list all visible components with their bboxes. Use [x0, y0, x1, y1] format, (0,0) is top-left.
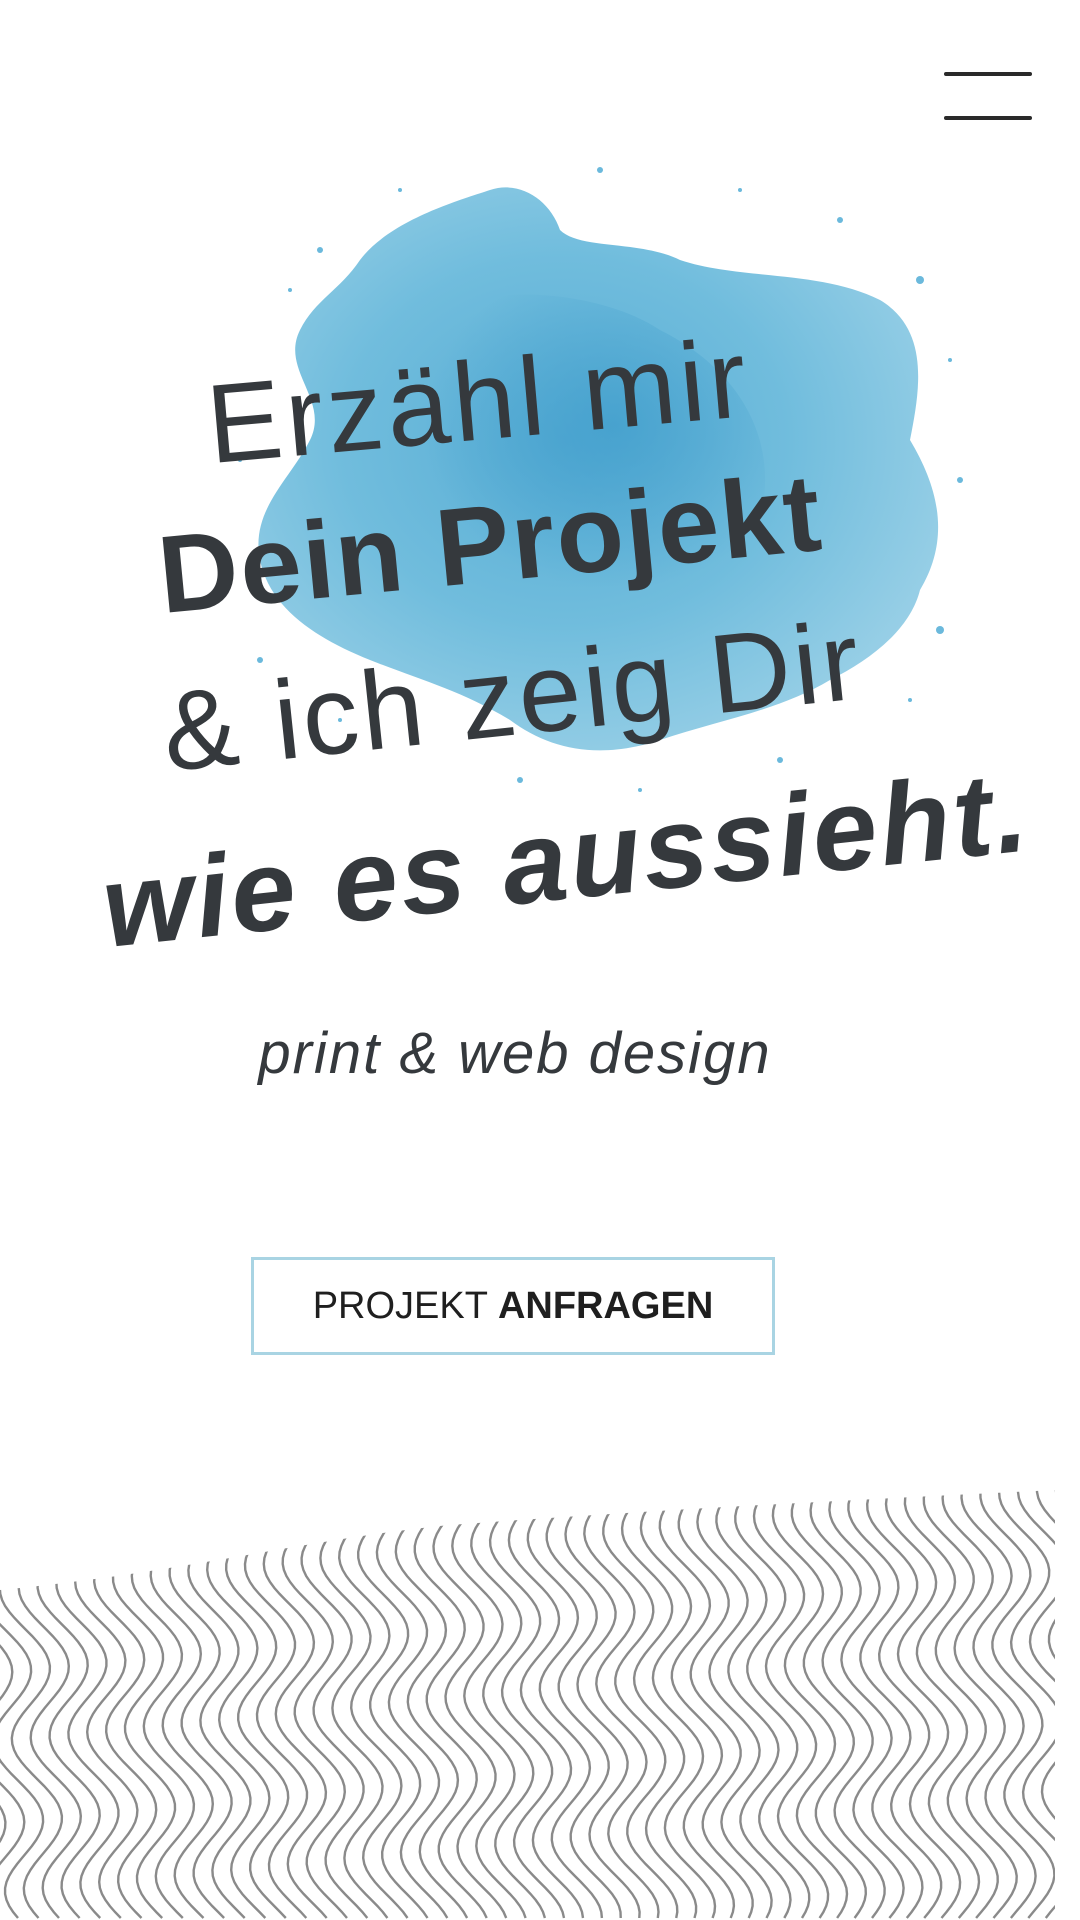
wave-line	[356, 1490, 429, 1919]
hero-headline: Erzähl mir Dein Projekt & ich zeig Dir w…	[0, 0, 1080, 1000]
wave-line	[696, 1490, 773, 1919]
wave-line	[36, 1490, 101, 1919]
cta-label-regular: PROJEKT	[312, 1284, 488, 1327]
wave-line	[847, 1490, 924, 1919]
wave-line	[960, 1490, 1037, 1919]
wave-line	[73, 1490, 139, 1919]
wave-line	[432, 1490, 508, 1919]
wave-line	[0, 1490, 26, 1919]
wave-line	[205, 1490, 271, 1919]
wave-line	[168, 1490, 233, 1919]
wave-line	[470, 1490, 547, 1919]
wave-line	[620, 1490, 698, 1919]
wave-line	[488, 1490, 566, 1919]
wave-line	[526, 1490, 604, 1919]
wave-line	[0, 1490, 45, 1919]
cta-label-bold: ANFRAGEN	[497, 1284, 714, 1327]
wave-line-pattern	[0, 1480, 1080, 1919]
wave-line	[55, 1490, 120, 1919]
wave-line	[451, 1490, 527, 1919]
wave-line	[187, 1490, 252, 1919]
wave-line	[1075, 1480, 1080, 1918]
request-project-button[interactable]: PROJEKT ANFRAGEN	[251, 1257, 775, 1355]
wave-line	[545, 1490, 622, 1919]
wave-line	[149, 1490, 215, 1919]
wave-line	[1035, 1490, 1055, 1919]
wave-line	[413, 1490, 488, 1919]
wave-line	[507, 1490, 585, 1919]
wave-line	[1054, 1490, 1055, 1919]
wave-line	[903, 1490, 981, 1919]
wave-line	[394, 1490, 469, 1919]
hero-subtitle: print & web design	[258, 1021, 772, 1086]
wave-line	[1016, 1490, 1055, 1919]
wave-line	[639, 1490, 717, 1919]
wave-line	[375, 1490, 449, 1919]
